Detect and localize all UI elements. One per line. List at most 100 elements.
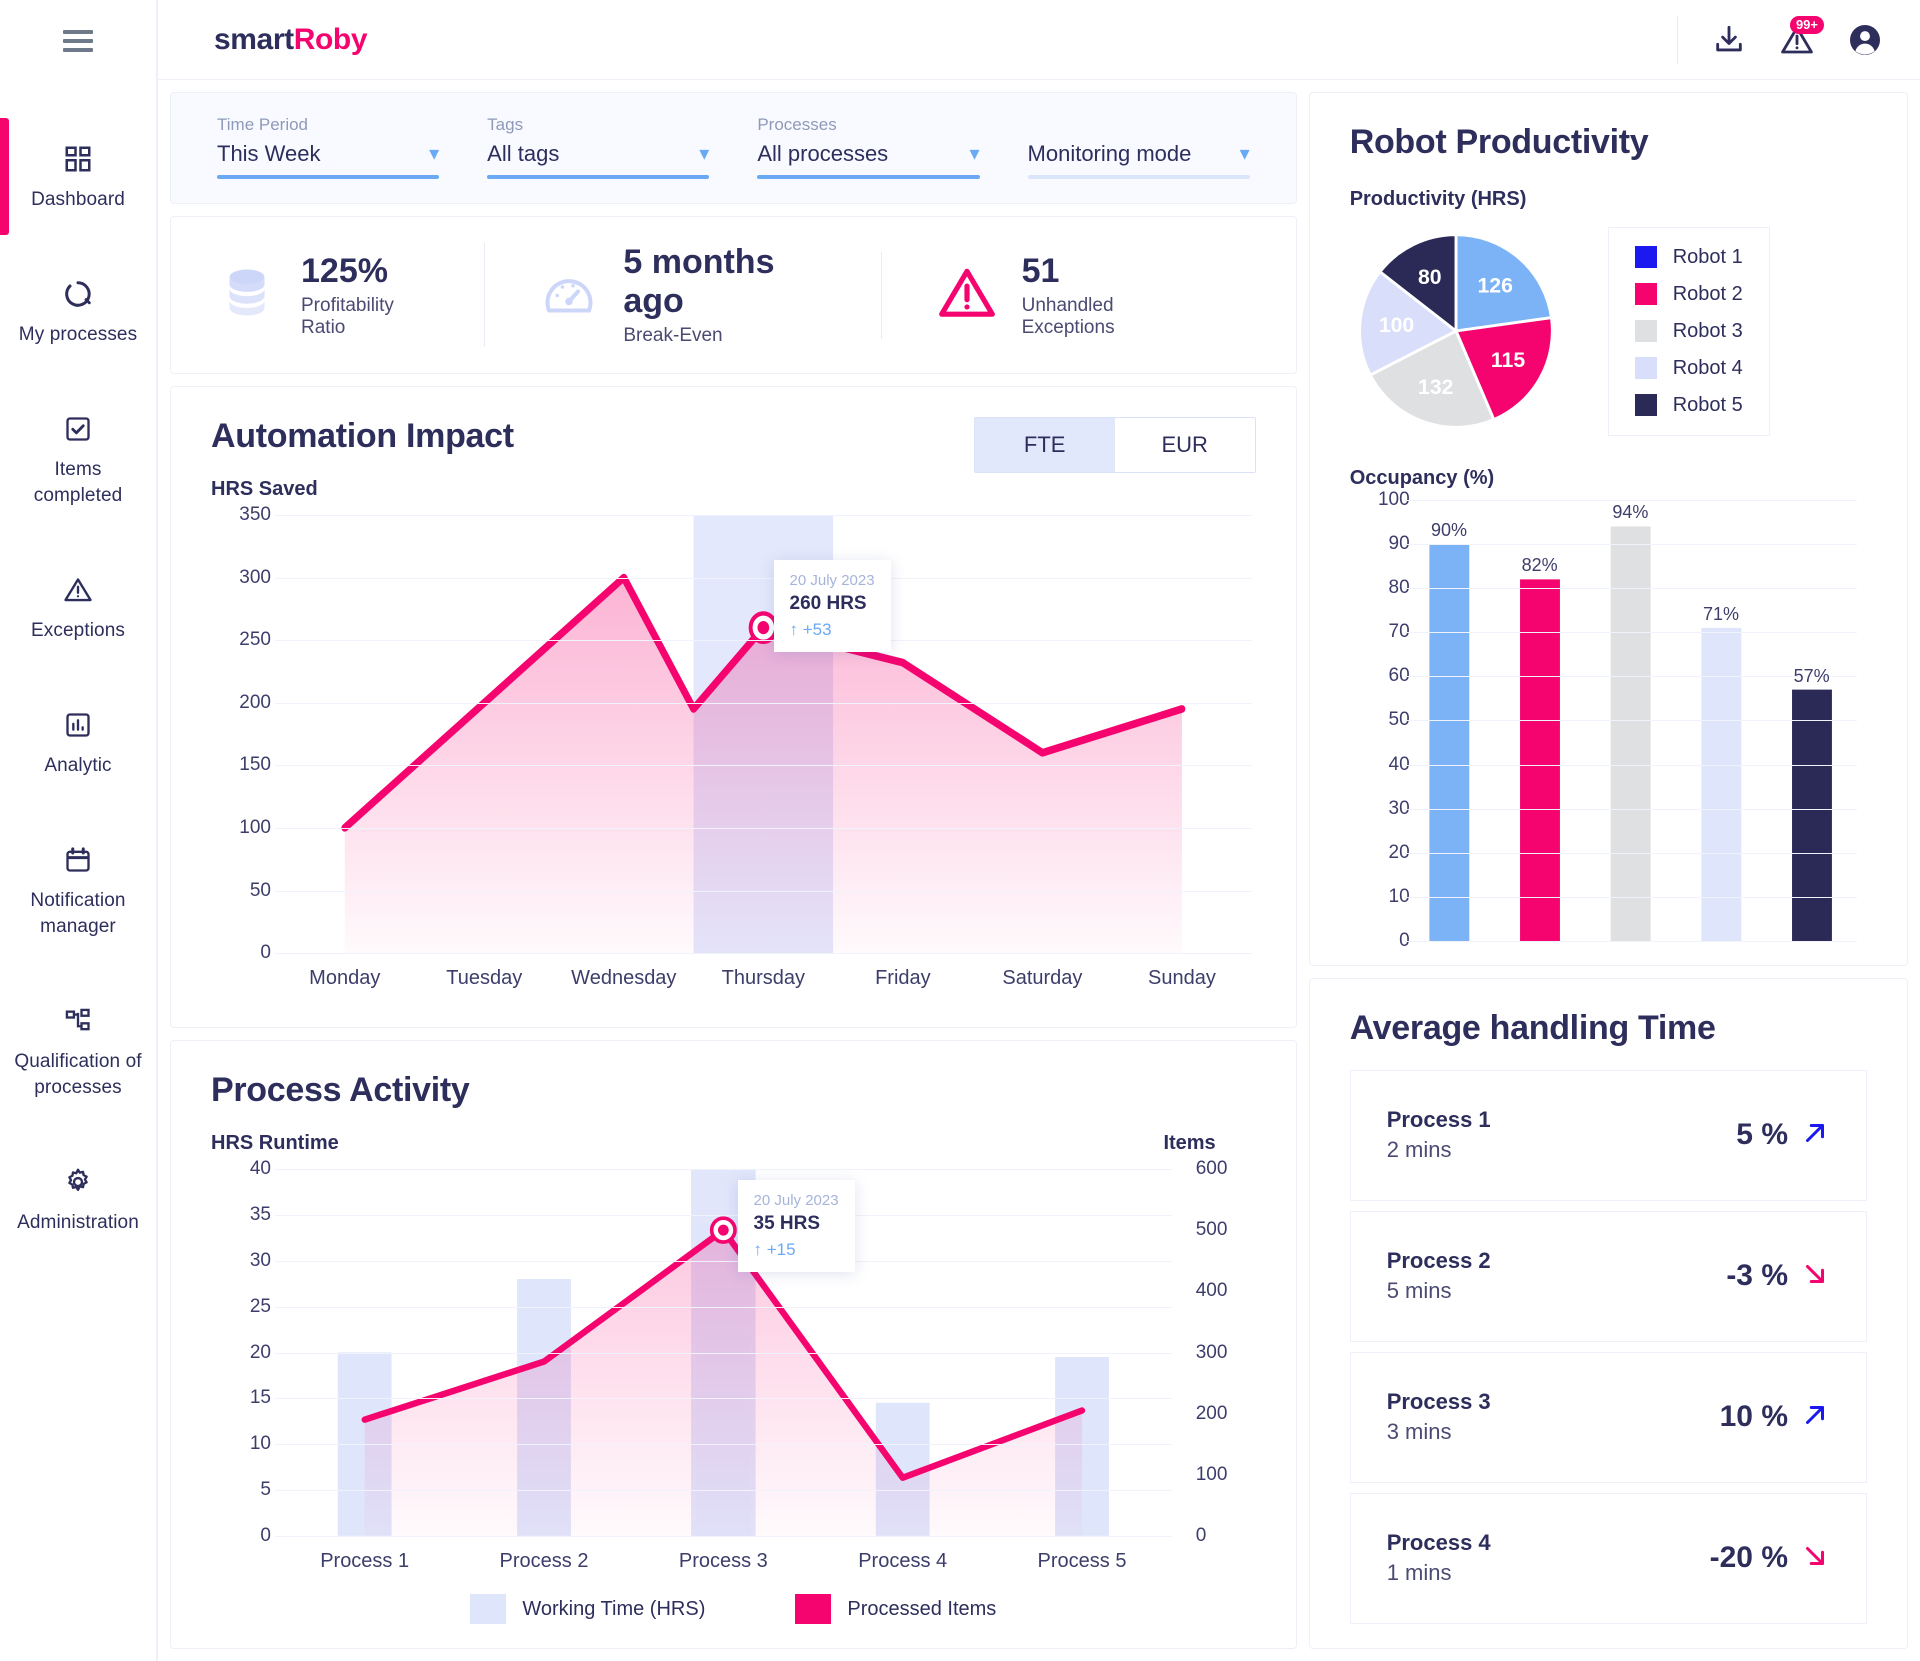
legend-item[interactable]: Robot 4 (1634, 357, 1743, 380)
legend-label: Robot 5 (1672, 393, 1743, 416)
alerts-button[interactable]: 99+ (1776, 15, 1824, 61)
plot-grid: 90% 82% 94% 71% 57% (1403, 500, 1857, 942)
app-logo[interactable]: smartRoby (214, 22, 368, 57)
axis-tick-label: 100 (1195, 1463, 1228, 1485)
sidebar-item-label: Qualification of processes (14, 1051, 142, 1098)
chevron-down-icon[interactable]: ▾ (969, 144, 979, 164)
sidebar-item-administration[interactable]: Administration (0, 1149, 156, 1250)
aht-percent: 5 % (1736, 1118, 1788, 1152)
axis-tick-label: 35 (249, 1204, 271, 1226)
axis-tick-label: Tuesday (446, 967, 523, 990)
x-axis-labels: Monday Tuesday Wednesday Thursday Friday Satu… (275, 953, 1252, 1003)
legend-item[interactable]: Robot 5 (1634, 393, 1743, 417)
legend-swatch-robot-3 (1634, 320, 1657, 342)
topbar: smartRoby 99+ (158, 0, 1920, 80)
toggle-option-eur[interactable]: EUR (1114, 418, 1255, 473)
tooltip-date: 20 July 2023 (789, 571, 875, 589)
pie-chart: 126 115 132 100 80 (1357, 233, 1554, 429)
sidebar-item-my-processes[interactable]: My processes (0, 261, 156, 362)
chevron-down-icon[interactable]: ▾ (1240, 144, 1250, 164)
filter-tags[interactable]: Tags All tags ▾ (487, 115, 710, 179)
hamburger-menu-icon[interactable] (55, 18, 101, 64)
axis-tick-label: 20 (249, 1341, 271, 1363)
aht-row[interactable]: Process 1 2 mins 5 % (1349, 1069, 1867, 1201)
legend-item[interactable]: Processed Items (795, 1594, 996, 1624)
logo-smart: smart (214, 22, 294, 56)
calendar-icon (64, 841, 92, 879)
area-chart-svg (341, 515, 1186, 954)
axis-tick-label: 350 (239, 504, 271, 526)
gridline (1403, 500, 1857, 501)
gridline (1403, 676, 1857, 678)
legend-swatch-working-time (470, 1594, 507, 1624)
axis-tick-label: 15 (249, 1387, 271, 1409)
gridline (275, 1490, 1172, 1492)
gridline (275, 1306, 1172, 1308)
gridline (275, 1169, 1172, 1171)
aht-duration: 2 mins (1386, 1137, 1452, 1163)
unit-toggle[interactable]: FTE EUR (973, 417, 1256, 474)
bar (1791, 689, 1832, 941)
process-activity-card: Process Activity HRS Runtime Items 0 5 10 1… (170, 1040, 1297, 1649)
aht-row[interactable]: Process 3 3 mins 10 % (1349, 1351, 1867, 1483)
legend-item[interactable]: Robot 3 (1634, 320, 1743, 343)
average-handling-time-card: Average handling Time Process 1 2 mins 5… (1308, 977, 1908, 1649)
sidebar-item-items-completed[interactable]: Items completed (0, 396, 156, 523)
sidebar: Dashboard My processes Items completed E… (0, 0, 157, 1661)
legend-item[interactable]: Robot 1 (1634, 245, 1743, 269)
filter-monitoring-mode[interactable]: Monitoring mode ▾ (1027, 135, 1250, 179)
x-axis-labels: Process 1 Process 2 Process 3 Process 4 Proc… (275, 1536, 1172, 1586)
chevron-down-icon[interactable]: ▾ (429, 144, 439, 164)
legend-item[interactable]: Robot 2 (1634, 283, 1743, 306)
legend-swatch-robot-4 (1634, 357, 1657, 379)
process-activity-plot: 0 5 10 15 20 25 30 35 40 0 100 200 300 400 500 600 (211, 1158, 1256, 1586)
grid-dashboard-icon (63, 140, 93, 178)
filter-processes[interactable]: Processes All processes ▾ (757, 115, 980, 179)
axis-tick-label: 300 (1195, 1341, 1228, 1363)
bar-chart-icon (64, 706, 92, 744)
aht-row[interactable]: Process 4 1 mins -20 % (1349, 1492, 1867, 1624)
legend-label: Robot 1 (1672, 245, 1743, 268)
kpi-break-even: 5 months ago Break-Even (484, 243, 880, 348)
chart-tooltip: 20 July 2023 260 HRS ↑ +53 (773, 559, 891, 652)
main-region: smartRoby 99+ Time Period This Week ▾ Ta… (157, 0, 1920, 1661)
toggle-option-fte[interactable]: FTE (974, 418, 1115, 473)
y-axis-labels: 0 50 100 150 200 250 300 350 (211, 504, 271, 963)
sidebar-item-qualification-of-processes[interactable]: Qualification of processes (0, 988, 156, 1115)
pie-slice-value: 115 (1491, 349, 1525, 372)
user-avatar-icon[interactable] (1844, 19, 1886, 61)
sidebar-item-label: Administration (17, 1212, 139, 1233)
bar (1519, 579, 1560, 941)
automation-impact-card: Automation Impact HRS Saved FTE EUR 0 50 1… (170, 386, 1297, 1029)
legend-item[interactable]: Working Time (HRS) (470, 1594, 705, 1624)
axis-tick-label: 200 (239, 691, 271, 713)
y-axis-labels: 0 5 10 15 20 25 30 35 40 (211, 1158, 271, 1546)
kpi-profitability-ratio: 125% Profitability Ratio (217, 252, 484, 339)
sidebar-item-label: Notification manager (30, 890, 126, 937)
sidebar-item-analytic[interactable]: Analytic (0, 692, 156, 793)
kpi-label: Unhandled Exceptions (1021, 294, 1115, 338)
aht-list: Process 1 2 mins 5 % Process 2 5 mins -3… (1349, 1069, 1867, 1624)
sidebar-item-notification-manager[interactable]: Notification manager (0, 827, 156, 954)
process-activity-legend: Working Time (HRS) Processed Items (211, 1586, 1256, 1624)
sidebar-item-exceptions[interactable]: Exceptions (0, 557, 156, 658)
aht-row[interactable]: Process 2 5 mins -3 % (1349, 1210, 1867, 1342)
arrow-down-right-icon (1800, 1259, 1830, 1294)
sidebar-item-dashboard[interactable]: Dashboard (0, 118, 156, 235)
filter-time-period[interactable]: Time Period This Week ▾ (217, 115, 440, 179)
gridline (1403, 852, 1857, 854)
legend-swatch-processed-items (795, 1594, 832, 1624)
page-title: Robot Productivity (1349, 123, 1649, 161)
download-icon[interactable] (1708, 19, 1750, 61)
legend-swatch-robot-5 (1634, 394, 1657, 416)
chevron-down-icon[interactable]: ▾ (699, 144, 709, 164)
pie-slice-value: 100 (1379, 314, 1414, 337)
kpi-value: 51 (1021, 251, 1060, 290)
sidebar-item-label: Exceptions (31, 620, 125, 641)
warning-triangle-icon (63, 571, 93, 609)
filter-label: Tags (487, 115, 524, 134)
filter-label: Time Period (217, 115, 309, 134)
axis-tick-label: 10 (249, 1433, 271, 1455)
axis-tick-label: 250 (239, 629, 271, 651)
axis-tick-label: 0 (1195, 1525, 1207, 1546)
